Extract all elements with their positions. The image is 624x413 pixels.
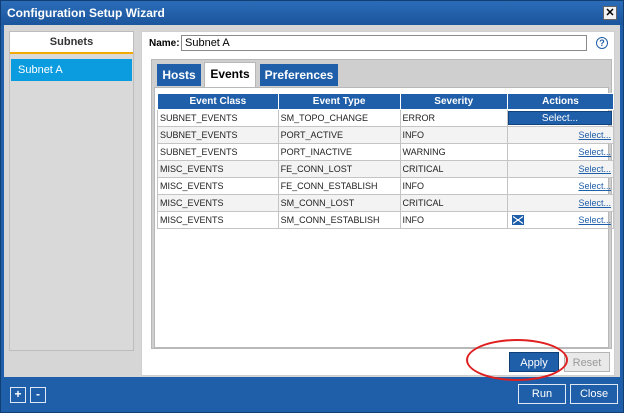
table-row[interactable]: MISC_EVENTS SM_CONN_ESTABLISH INFO Selec…	[157, 211, 615, 229]
header-event-type[interactable]: Event Type	[277, 93, 401, 110]
subnets-sidebar: Subnets Subnet A	[9, 31, 134, 351]
cell-event-type: SM_CONN_ESTABLISH	[277, 211, 401, 229]
cell-actions: Select...	[506, 177, 615, 195]
cell-actions: Select...	[506, 126, 615, 144]
name-input[interactable]	[181, 35, 587, 51]
tab-hosts[interactable]: Hosts	[157, 64, 201, 86]
reset-button[interactable]: Reset	[564, 352, 610, 372]
cell-actions: Select...	[506, 194, 615, 212]
subnets-header: Subnets	[10, 32, 133, 54]
table-header-row: Event Class Event Type Severity Actions	[157, 93, 615, 110]
events-tab-content: Event Class Event Type Severity Actions …	[154, 87, 615, 348]
close-button[interactable]: Close	[570, 384, 618, 404]
table-row[interactable]: MISC_EVENTS FE_CONN_LOST CRITICAL Select…	[157, 160, 615, 178]
cell-severity: CRITICAL	[399, 194, 508, 212]
name-label: Name:	[149, 38, 180, 49]
apply-highlight-circle	[466, 339, 568, 381]
email-icon[interactable]	[511, 215, 524, 226]
cell-actions: Select...	[506, 109, 615, 127]
run-button[interactable]: Run	[518, 384, 566, 404]
table-row[interactable]: SUBNET_EVENTS PORT_INACTIVE WARNING Sele…	[157, 143, 615, 161]
sidebar-item-subnet-a[interactable]: Subnet A	[11, 59, 132, 81]
cell-event-class: SUBNET_EVENTS	[157, 109, 279, 127]
header-event-class[interactable]: Event Class	[157, 93, 279, 110]
cell-event-class: SUBNET_EVENTS	[157, 143, 279, 161]
wizard-footer: + - Run Close	[4, 379, 620, 409]
cell-event-class: MISC_EVENTS	[157, 160, 279, 178]
cell-event-class: SUBNET_EVENTS	[157, 126, 279, 144]
cell-event-type: FE_CONN_LOST	[277, 160, 401, 178]
cell-event-type: PORT_ACTIVE	[277, 126, 401, 144]
select-link[interactable]: Select...	[578, 215, 613, 225]
title-bar: Configuration Setup Wizard ✕	[1, 1, 623, 25]
cell-event-type: FE_CONN_ESTABLISH	[277, 177, 401, 195]
wizard-body: Subnets Subnet A Name: ? Hosts Events Pr…	[4, 25, 620, 377]
close-icon[interactable]: ✕	[603, 6, 617, 20]
cell-severity: INFO	[399, 126, 508, 144]
select-link[interactable]: Select...	[578, 181, 613, 191]
select-link[interactable]: Select...	[578, 198, 613, 208]
config-panel: Name: ? Hosts Events Preferences Event C…	[141, 31, 615, 376]
cell-severity: CRITICAL	[399, 160, 508, 178]
tab-events[interactable]: Events	[204, 62, 256, 88]
cell-actions: Select...	[506, 143, 615, 161]
cell-event-type: SM_TOPO_CHANGE	[277, 109, 401, 127]
select-link[interactable]: Select...	[578, 147, 613, 157]
table-row[interactable]: SUBNET_EVENTS PORT_ACTIVE INFO Select...	[157, 126, 615, 144]
cell-event-class: MISC_EVENTS	[157, 211, 279, 229]
add-subnet-button[interactable]: +	[10, 387, 26, 403]
cell-severity: WARNING	[399, 143, 508, 161]
tab-preferences[interactable]: Preferences	[260, 64, 338, 86]
cell-actions: Select...	[506, 160, 615, 178]
header-severity[interactable]: Severity	[399, 93, 508, 110]
cell-event-class: MISC_EVENTS	[157, 177, 279, 195]
window-title: Configuration Setup Wizard	[7, 6, 165, 20]
remove-subnet-button[interactable]: -	[30, 387, 46, 403]
cell-actions: Select...	[506, 211, 615, 229]
table-row[interactable]: MISC_EVENTS FE_CONN_ESTABLISH INFO Selec…	[157, 177, 615, 195]
cell-severity: ERROR	[399, 109, 508, 127]
cell-severity: INFO	[399, 211, 508, 229]
cell-event-type: PORT_INACTIVE	[277, 143, 401, 161]
table-row[interactable]: MISC_EVENTS SM_CONN_LOST CRITICAL Select…	[157, 194, 615, 212]
cell-event-class: MISC_EVENTS	[157, 194, 279, 212]
table-row[interactable]: SUBNET_EVENTS SM_TOPO_CHANGE ERROR Selec…	[157, 109, 615, 127]
cell-event-type: SM_CONN_LOST	[277, 194, 401, 212]
help-icon[interactable]: ?	[596, 37, 608, 49]
select-link[interactable]: Select...	[578, 130, 613, 140]
select-link[interactable]: Select...	[578, 164, 613, 174]
cell-severity: INFO	[399, 177, 508, 195]
tabs-area: Hosts Events Preferences Event Class Eve…	[151, 59, 615, 349]
events-table: Event Class Event Type Severity Actions …	[157, 93, 615, 229]
header-actions[interactable]: Actions	[506, 93, 615, 110]
select-button[interactable]: Select...	[507, 111, 612, 125]
